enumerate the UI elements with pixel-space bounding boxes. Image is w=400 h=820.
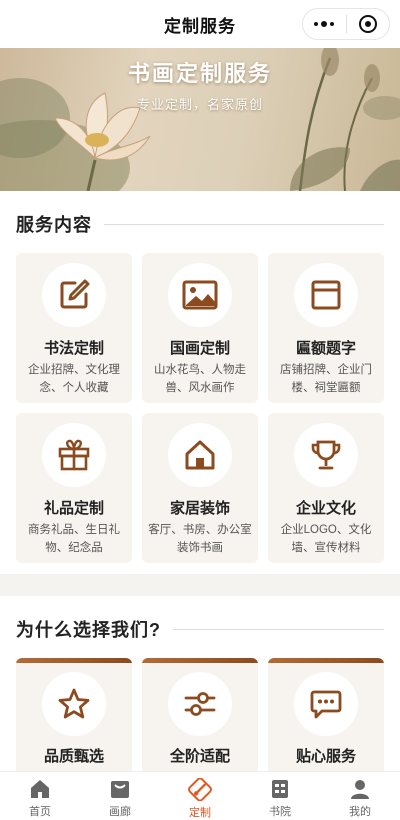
service-name: 匾额题字 [295,340,356,357]
banner-subtitle: 专业定制，名家原创 [136,97,263,112]
service-name: 书法定制 [43,340,104,357]
why-card-quality[interactable]: 品质甄选 [16,658,132,778]
why-name: 全阶适配 [169,748,230,765]
tab-label: 我的 [349,806,371,818]
icon-circle [42,423,106,487]
page-title: 定制服务 [164,16,236,36]
service-name: 家居装饰 [169,500,230,517]
service-desc: 店铺招牌、企业门楼、祠堂匾额 [280,364,372,394]
divider [104,223,384,225]
why-name: 品质甄选 [43,748,104,765]
service-desc: 商务礼品、生日礼物、纪念品 [28,524,120,554]
book-tab-icon [272,780,288,798]
service-desc: 客厅、书房、办公室装饰书画 [148,524,252,554]
image-icon [182,280,218,310]
icon-circle [168,672,232,736]
plaque-icon [311,280,341,310]
tab-academy[interactable]: 书院 [240,772,320,820]
tab-customize[interactable]: 定制 [160,772,240,820]
service-card-painting[interactable]: 国画定制 山水花鸟、人物走兽、风水画作 [142,253,258,403]
why-header: 为什么选择我们? [16,616,384,642]
brush-tab-icon [188,778,212,801]
user-tab-icon [351,780,369,799]
chat-icon [310,690,342,719]
icon-circle [42,672,106,736]
gallery-tab-icon [111,781,129,798]
why-name: 贴心服务 [295,748,356,765]
section-title: 服务内容 [16,215,92,235]
bottom-tab-bar: 首页 画廊 定制 书院 我的 [0,771,400,820]
banner-title: 书画定制服务 [127,61,272,86]
card-accent-bar [142,658,258,663]
why-card-adapt[interactable]: 全阶适配 [142,658,258,778]
service-desc: 企业招牌、文化理念、个人收藏 [28,364,120,394]
more-dots-icon [314,21,335,27]
mini-program-capsule [302,8,390,40]
sliders-icon [184,692,216,716]
icon-circle [168,423,232,487]
service-name: 国画定制 [169,340,230,357]
divider [173,628,384,630]
tab-label: 定制 [189,807,211,819]
service-card-corporate-culture[interactable]: 企业文化 企业LOGO、文化墙、宣传材料 [268,413,384,563]
close-program-button[interactable] [347,9,390,39]
top-nav-bar: 定制服务 [0,0,400,48]
why-choose-section: 为什么选择我们? 品质甄选 全阶适配 贴心服务 [0,596,400,778]
why-card-service[interactable]: 贴心服务 [268,658,384,778]
service-card-plaque[interactable]: 匾额题字 店铺招牌、企业门楼、祠堂匾额 [268,253,384,403]
icon-circle [294,672,358,736]
tab-label: 书院 [269,806,291,818]
tab-home[interactable]: 首页 [0,772,80,820]
icon-circle [42,263,106,327]
tab-gallery[interactable]: 画廊 [80,772,160,820]
service-card-calligraphy[interactable]: 书法定制 企业招牌、文化理念、个人收藏 [16,253,132,403]
service-desc: 山水花鸟、人物走兽、风水画作 [154,364,246,394]
more-button[interactable] [303,9,346,39]
service-card-gift[interactable]: 礼品定制 商务礼品、生日礼物、纪念品 [16,413,132,563]
page: 定制服务 书画定制服务 专业定制，名家原创 服务内容 书法定制 企业招牌、文化理… [0,0,400,820]
edit-icon [60,279,90,309]
target-icon [358,15,377,33]
star-icon [58,688,90,719]
services-section: 服务内容 书法定制 企业招牌、文化理念、个人收藏 国画定制 山水花鸟、人物走兽、… [0,191,400,574]
home-tab-icon [31,780,49,798]
tab-label: 首页 [29,806,51,818]
icon-circle [294,423,358,487]
icon-circle [294,263,358,327]
card-accent-bar [16,658,132,663]
gift-icon [58,439,90,471]
services-header: 服务内容 [16,211,384,237]
tab-mine[interactable]: 我的 [320,772,400,820]
service-name: 礼品定制 [43,500,104,517]
service-name: 企业文化 [295,500,356,517]
home-icon [185,440,215,470]
section-title: 为什么选择我们? [16,620,161,640]
service-card-home-decor[interactable]: 家居装饰 客厅、书房、办公室装饰书画 [142,413,258,563]
service-desc: 企业LOGO、文化墙、宣传材料 [280,524,372,554]
hero-banner[interactable]: 书画定制服务 专业定制，名家原创 [0,48,400,191]
tab-label: 画廊 [109,806,131,818]
icon-circle [168,263,232,327]
trophy-icon [311,440,341,470]
card-accent-bar [268,658,384,663]
